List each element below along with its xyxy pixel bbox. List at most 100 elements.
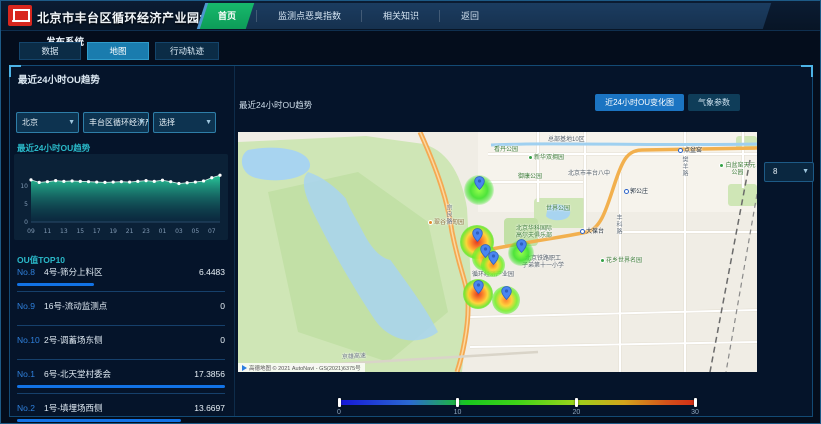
- main-panel: 最近24小时OU趋势 北京▼丰台区循环经济产▼选择▼ 最近24小时OU趋势 05…: [9, 65, 813, 417]
- heat-scale-labels: 0102030: [339, 409, 695, 419]
- nav-tab-label: 监测点恶臭指数: [278, 11, 341, 21]
- filter-selects: 北京▼丰台区循环经济产▼选择▼: [16, 112, 216, 133]
- site-name: 6号-北天堂村委会: [44, 368, 194, 380]
- metro-station-icon: [624, 189, 629, 194]
- nav-tab-2[interactable]: 相关知识: [369, 3, 433, 29]
- rank-label: No.1: [17, 369, 44, 379]
- site-name: 16号-流动监测点: [44, 300, 220, 312]
- trend-chart: 0510091113151719212301030507: [14, 154, 228, 240]
- svg-text:09: 09: [27, 228, 35, 235]
- top-list-row-3[interactable]: No.16号-北天堂村委会17.3856: [17, 368, 225, 394]
- map-label-12: 花乡世界名园: [600, 258, 642, 265]
- scale-label-20: 20: [573, 409, 581, 416]
- ou-value: 13.6697: [194, 403, 225, 413]
- nav-tab-label: 相关知识: [383, 11, 419, 21]
- map-view-button-1[interactable]: 气象参数: [688, 94, 740, 111]
- nav-tab-label: 首页: [218, 11, 236, 21]
- map-canvas[interactable]: 总部基地10区看丹公园新华双拥园御康公园北京市丰台八中郭公庄点盆窑白盆窑天元公园…: [238, 132, 757, 372]
- map-attribution-text: 高德地图 © 2021 AutoNavi - GS(2021)6375号: [249, 364, 361, 372]
- top-list-row-2[interactable]: No.102号-调蓄场东侧0: [17, 334, 225, 360]
- metro-station-icon: [580, 229, 585, 234]
- hour-select[interactable]: 8 ▼: [764, 162, 814, 182]
- map-label-11: 北京铁路职工 子弟第十一小学: [522, 256, 564, 270]
- monitor-pin-icon-5[interactable]: [473, 280, 484, 294]
- scale-marker-10: [456, 398, 459, 407]
- svg-text:0: 0: [24, 219, 28, 226]
- svg-text:5: 5: [24, 201, 28, 208]
- value-bar-fill: [17, 283, 94, 286]
- monitor-pin-icon-0[interactable]: [474, 176, 485, 190]
- filter-select-2[interactable]: 选择▼: [153, 112, 216, 133]
- park-station-icon: [719, 163, 724, 168]
- svg-text:21: 21: [126, 228, 134, 235]
- top-list-row-1[interactable]: No.916号-流动监测点0: [17, 300, 225, 326]
- monitor-pin-icon-3[interactable]: [488, 251, 499, 265]
- svg-text:11: 11: [44, 228, 52, 235]
- monitor-pin-icon-4[interactable]: [516, 239, 527, 253]
- dashboard-root: 北京市丰台区循环经济产业园大气恶臭状况实时 首页监测点恶臭指数相关知识返回 发布…: [0, 0, 821, 424]
- map-label-14: 循环经济产业园: [472, 272, 514, 279]
- site-name: 2号-调蓄场东侧: [44, 334, 220, 346]
- value-bar-track: [17, 317, 225, 320]
- nav-tabs: 首页 监测点恶臭指数 相关知识 返回: [204, 3, 493, 29]
- ou-value: 0: [220, 335, 225, 345]
- nav-tab-0[interactable]: 首页: [204, 3, 250, 29]
- filter-select-value: 北京: [22, 118, 38, 127]
- top-list-row-text: No.16号-北天堂村委会17.3856: [17, 368, 225, 380]
- rank-label: No.2: [17, 403, 44, 413]
- chevron-down-icon: ▼: [802, 163, 809, 181]
- top-list-row-text: No.84号-筛分上料区6.4483: [17, 266, 225, 278]
- metro-station-icon: [678, 148, 683, 153]
- map-label-15: 樊羊路: [681, 156, 687, 177]
- chevron-down-icon: ▼: [138, 113, 145, 132]
- svg-text:13: 13: [60, 228, 68, 235]
- ou-top-list: No.84号-筛分上料区6.4483No.916号-流动监测点0No.102号-…: [17, 266, 225, 424]
- svg-text:05: 05: [192, 228, 200, 235]
- trend-chart-title: 最近24小时OU趋势: [17, 142, 90, 154]
- monitor-pin-icon-1[interactable]: [472, 228, 483, 242]
- top-list-title: OU值TOP10: [17, 254, 65, 266]
- rank-label: No.8: [17, 267, 44, 277]
- park-station-icon: [528, 155, 533, 160]
- monitor-pin-icon-6[interactable]: [501, 286, 512, 300]
- top-list-row-text: No.21号-填埋场西侧13.6697: [17, 402, 225, 414]
- map-label-6: 点盆窑: [678, 148, 702, 155]
- view-toolbar: 数据地图行动轨迹: [19, 42, 219, 60]
- svg-text:10: 10: [20, 183, 28, 190]
- toolbar-button-1[interactable]: 地图: [87, 42, 149, 60]
- map-label-18: 京雄高速: [342, 353, 366, 361]
- scale-label-0: 0: [337, 409, 341, 416]
- scale-label-30: 30: [691, 409, 699, 416]
- value-bar-track: [17, 419, 225, 422]
- value-bar-track: [17, 283, 225, 286]
- svg-text:19: 19: [109, 228, 117, 235]
- value-bar-fill: [17, 385, 225, 388]
- map-label-16: 丰科路: [615, 214, 621, 235]
- toolbar-button-2[interactable]: 行动轨迹: [155, 42, 219, 60]
- filter-select-0[interactable]: 北京▼: [16, 112, 79, 133]
- filter-select-1[interactable]: 丰台区循环经济产▼: [83, 112, 149, 133]
- value-bar-fill: [17, 419, 181, 422]
- svg-text:17: 17: [93, 228, 101, 235]
- scale-marker-0: [338, 398, 341, 407]
- hour-select-value: 8: [773, 167, 777, 176]
- rank-label: No.9: [17, 301, 44, 311]
- heat-scale-bar: [339, 400, 695, 405]
- map-attribution: 高德地图 © 2021 AutoNavi - GS(2021)6375号: [238, 363, 365, 372]
- map-label-1: 看丹公园: [494, 147, 518, 154]
- top-list-row-4[interactable]: No.21号-填埋场西侧13.6697: [17, 402, 225, 424]
- site-name: 4号-筛分上料区: [44, 266, 199, 278]
- map-view-button-0[interactable]: 近24小时OU变化图: [595, 94, 684, 111]
- scale-marker-30: [694, 398, 697, 407]
- map-label-2: 新华双拥园: [528, 155, 564, 162]
- map-label-7: 白盆窑天元公园: [718, 163, 757, 177]
- top-list-row-text: No.916号-流动监测点0: [17, 300, 225, 312]
- map-label-10: 大葆台: [580, 229, 604, 236]
- chevron-down-icon: ▼: [205, 113, 212, 132]
- ou-value: 17.3856: [194, 369, 225, 379]
- top-list-row-0[interactable]: No.84号-筛分上料区6.4483: [17, 266, 225, 292]
- toolbar-button-0[interactable]: 数据: [19, 42, 81, 60]
- nav-tab-1[interactable]: 监测点恶臭指数: [264, 3, 355, 29]
- nav-tab-3[interactable]: 返回: [447, 3, 493, 29]
- park-station-icon: [600, 258, 605, 263]
